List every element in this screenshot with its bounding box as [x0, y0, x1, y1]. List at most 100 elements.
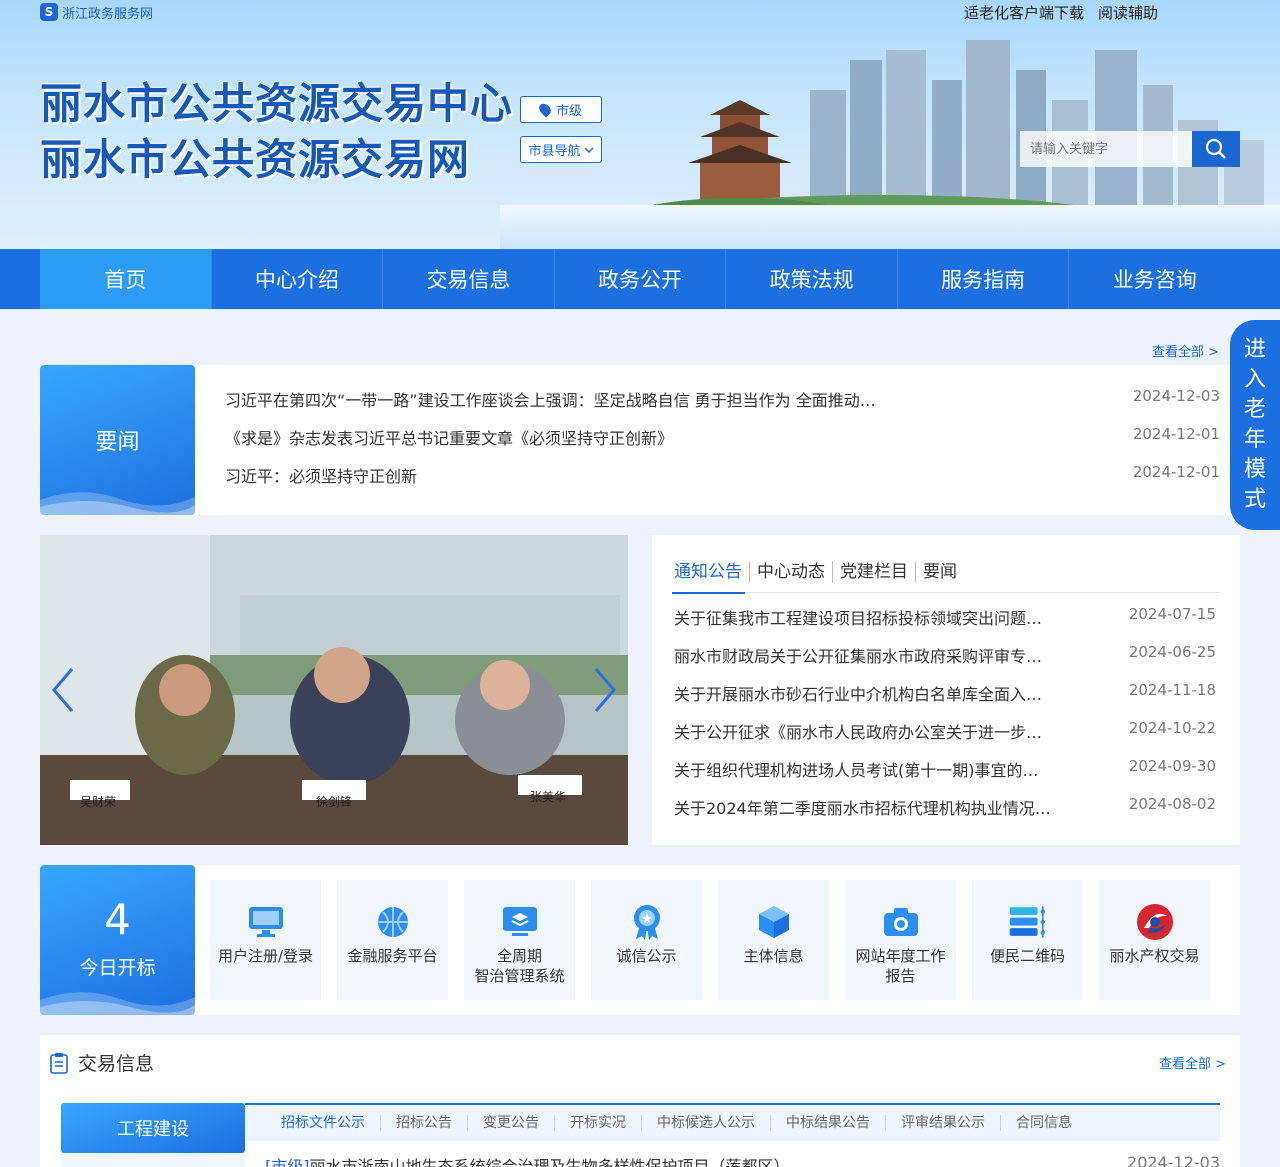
quick-link-annual-report[interactable]: 网站年度工作报告	[845, 880, 956, 1000]
wave-decoration	[40, 992, 195, 1015]
headline-news-panel: 要闻 习近平在第四次“一带一路”建设工作座谈会上强调：坚定战略自信 勇于担当作为…	[40, 365, 1240, 515]
award-icon	[633, 905, 660, 940]
county-nav-dropdown[interactable]: 市县导航	[520, 136, 602, 163]
trade-info-header: 交易信息	[50, 1049, 154, 1076]
elder-client-download-link[interactable]: 适老化客户端下载	[964, 2, 1084, 23]
tab-bid-opening-live[interactable]: 开标实况	[554, 1115, 641, 1131]
tab-bid-document-disclosure[interactable]: 招标文件公示	[267, 1115, 380, 1131]
tab-review-result[interactable]: 评审结果公示	[885, 1115, 1000, 1131]
quick-link-user-login[interactable]: 用户注册/登录	[210, 880, 321, 1000]
zhejiang-portal-link[interactable]: S 浙江政务服务网	[40, 2, 153, 22]
layers-screen-icon	[502, 907, 537, 936]
nav-trade-info[interactable]: 交易信息	[383, 249, 555, 309]
quick-link-label: 用户注册/登录	[217, 947, 314, 965]
trade-list-item[interactable]: [市级]丽水市浙南山地生态系统综合治理及生物多样性保护项目（莲都区） 2024-…	[265, 1153, 1220, 1167]
main-navigation: 首页 中心介绍 交易信息 政务公开 政策法规 服务指南 业务咨询	[0, 249, 1280, 309]
site-title: 丽水市公共资源交易中心 丽水市公共资源交易网	[40, 76, 513, 188]
photo-carousel: 吴财荣 徐剑锋 张美华	[40, 535, 628, 845]
notice-item[interactable]: 关于公开征求《丽水市人民政府办公室关于进一步规范公共资源交易的意见》 2024-1…	[674, 719, 1216, 757]
monitor-icon	[248, 907, 283, 937]
wave-decoration	[40, 492, 195, 515]
tab-headlines[interactable]: 要闻	[915, 561, 964, 583]
headline-news-tile: 要闻	[40, 365, 195, 515]
trade-info-title: 交易信息	[78, 1053, 155, 1075]
notice-item[interactable]: 关于征集我市工程建设项目招标投标领域突出问题线索的公告 2024-07-15	[674, 605, 1216, 643]
notice-title: 丽水市财政局关于公开征集丽水市政府采购评审专家的公告	[674, 647, 1054, 666]
nav-consulting[interactable]: 业务咨询	[1069, 249, 1240, 309]
city-level-button[interactable]: 市级	[520, 96, 602, 123]
notices-panel: 通知公告 中心动态 党建栏目 要闻 关于征集我市工程建设项目招标投标领域突出问题…	[652, 535, 1240, 845]
search-button[interactable]	[1192, 131, 1240, 167]
nav-service-guide[interactable]: 服务指南	[898, 249, 1070, 309]
carousel-next-arrow-icon[interactable]	[590, 665, 620, 715]
site-title-line2: 丽水市公共资源交易网	[40, 135, 471, 184]
nav-policies[interactable]: 政策法规	[726, 249, 898, 309]
carousel-prev-arrow-icon[interactable]	[48, 665, 78, 715]
camera-icon	[883, 908, 918, 936]
tab-award-result[interactable]: 中标结果公告	[770, 1115, 885, 1131]
site-title-line1: 丽水市公共资源交易中心	[40, 79, 514, 128]
headline-news-list: 习近平在第四次“一带一路”建设工作座谈会上强调：坚定战略自信 勇于担当作为 全面…	[225, 387, 1220, 501]
notice-item[interactable]: 关于2024年第二季度丽水市招标代理机构执业情况评价结果的公示 2024-08-0…	[674, 795, 1216, 833]
quick-link-qrcode[interactable]: 便民二维码	[972, 880, 1083, 1000]
quick-link-list: 用户注册/登录 金融服务平台 全周期 智治管理系统 诚信公示 主体信息 网站年度…	[210, 880, 1210, 1000]
county-nav-label: 市县导航	[528, 144, 581, 159]
category-engineering[interactable]: 工程建设	[61, 1103, 245, 1153]
news-item[interactable]: 习近平：必须坚持守正创新 2024-12-01	[225, 463, 1220, 501]
quick-link-entity-info[interactable]: 主体信息	[718, 880, 829, 1000]
headline-news-label: 要闻	[95, 430, 140, 455]
news-title: 习近平在第四次“一带一路”建设工作座谈会上强调：坚定战略自信 勇于担当作为 全面…	[225, 391, 876, 410]
trade-item-title: 丽水市浙南山地生态系统综合治理及生物多样性保护项目（莲都区）	[309, 1157, 790, 1167]
quick-link-lishui-property[interactable]: 丽水产权交易	[1099, 880, 1210, 1000]
notice-date: 2024-11-18	[1128, 681, 1216, 699]
notice-title: 关于征集我市工程建设项目招标投标领域突出问题线索的公告	[674, 609, 1054, 628]
trade-subtabs: 招标文件公示 招标公告 变更公告 开标实况 中标候选人公示 中标结果公告 评审结…	[245, 1103, 1220, 1141]
notice-title: 关于2024年第二季度丽水市招标代理机构执业情况评价结果的公示	[674, 799, 1054, 818]
notice-item[interactable]: 关于组织代理机构进场人员考试(第十一期)事宜的通知 2024-09-30	[674, 757, 1216, 795]
quick-link-credit-disclosure[interactable]: 诚信公示	[591, 880, 702, 1000]
nav-center-intro[interactable]: 中心介绍	[212, 249, 384, 309]
notice-date: 2024-08-02	[1128, 795, 1216, 813]
elder-mode-button[interactable]: 进入老年模式	[1230, 320, 1280, 530]
tab-candidate-disclosure[interactable]: 中标候选人公示	[641, 1115, 770, 1131]
quick-link-label: 便民二维码	[989, 947, 1065, 965]
trade-item-tag: [市级]	[265, 1157, 310, 1167]
notice-item[interactable]: 关于开展丽水市砂石行业中介机构白名单库全面入库的通知 2024-11-18	[674, 681, 1216, 719]
notice-item[interactable]: 丽水市财政局关于公开征集丽水市政府采购评审专家的公告 2024-06-25	[674, 643, 1216, 681]
tab-notices[interactable]: 通知公告	[672, 561, 749, 594]
trade-item-date: 2024-12-03	[1127, 1153, 1220, 1167]
category-list-background	[61, 1153, 245, 1167]
quick-link-label: 丽水产权交易	[1109, 947, 1200, 965]
today-bids-tile[interactable]: 4 今日开标	[40, 865, 195, 1015]
quick-link-finance-platform[interactable]: 金融服务平台	[337, 880, 448, 1000]
city-level-label: 市级	[555, 104, 582, 119]
news-item[interactable]: 习近平在第四次“一带一路”建设工作座谈会上强调：坚定战略自信 勇于担当作为 全面…	[225, 387, 1220, 425]
news-title: 《求是》杂志发表习近平总书记重要文章《必须坚持守正创新》	[225, 429, 674, 448]
today-bids-label: 今日开标	[79, 957, 156, 979]
nav-government-affairs[interactable]: 政务公开	[555, 249, 727, 309]
notice-title: 关于开展丽水市砂石行业中介机构白名单库全面入库的通知	[674, 685, 1054, 704]
notice-title: 关于组织代理机构进场人员考试(第十一期)事宜的通知	[674, 761, 1054, 780]
tab-change-announcement[interactable]: 变更公告	[467, 1115, 554, 1131]
river-decoration	[500, 205, 1280, 249]
notices-list: 关于征集我市工程建设项目招标投标领域突出问题线索的公告 2024-07-15 丽水…	[674, 605, 1216, 833]
chevron-down-icon	[583, 146, 594, 153]
search-input[interactable]	[1020, 131, 1192, 167]
news-view-all-link[interactable]: 查看全部 >	[1152, 341, 1219, 360]
tab-center-news[interactable]: 中心动态	[749, 561, 832, 583]
notice-date: 2024-10-22	[1128, 719, 1216, 737]
tab-party-building[interactable]: 党建栏目	[832, 561, 915, 583]
location-pin-icon	[536, 101, 554, 118]
trade-view-all-link[interactable]: 查看全部 >	[1159, 1053, 1226, 1072]
quick-link-lifecycle-system[interactable]: 全周期 智治管理系统	[464, 880, 575, 1000]
quick-link-label: 诚信公示	[616, 947, 677, 965]
search-bar	[1020, 131, 1240, 167]
tab-tender-announcement[interactable]: 招标公告	[380, 1115, 467, 1131]
notice-date: 2024-09-30	[1128, 757, 1216, 775]
tab-contract-info[interactable]: 合同信息	[1000, 1115, 1087, 1131]
news-item[interactable]: 《求是》杂志发表习近平总书记重要文章《必须坚持守正创新》 2024-12-01	[225, 425, 1220, 463]
notice-date: 2024-06-25	[1128, 643, 1216, 661]
reading-assist-link[interactable]: 阅读辅助	[1098, 2, 1158, 23]
nav-home[interactable]: 首页	[40, 249, 212, 309]
nameplate-3: 张美华	[530, 790, 567, 804]
